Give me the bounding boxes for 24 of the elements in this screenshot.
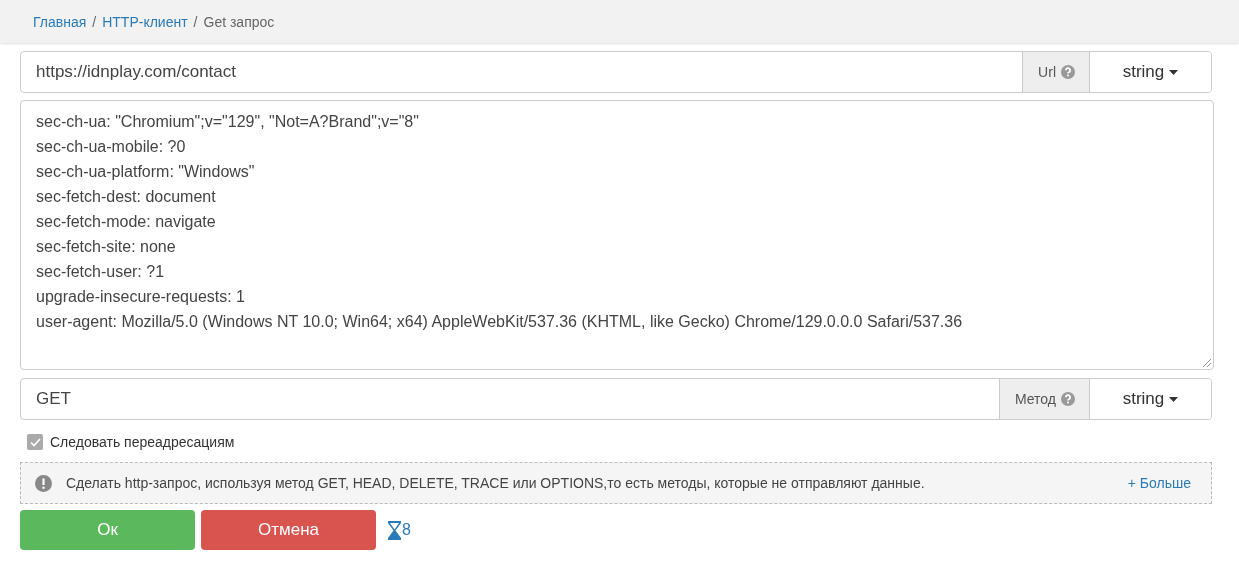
timer-count: 8 [402, 521, 411, 539]
more-link[interactable]: + Больше [1127, 475, 1191, 491]
header-line: sec-ch-ua-platform: "Windows" [36, 162, 256, 182]
resize-handle-icon[interactable] [1203, 359, 1211, 367]
header-line: sec-fetch-mode: navigate [36, 212, 217, 232]
exclamation-icon [35, 474, 52, 492]
hourglass-icon [388, 520, 401, 540]
header-line: sec-ch-ua: "Chromium";v="129", "Not=A?Brand";v="8" [36, 112, 420, 132]
breadcrumb-current: Get запрос [203, 13, 275, 30]
ok-button[interactable]: Ок [20, 510, 195, 550]
header-line: sec-fetch-dest: document [36, 187, 217, 207]
breadcrumb-link[interactable]: Главная [33, 13, 87, 30]
header-line: sec-fetch-user: ?1 [36, 262, 166, 282]
breadcrumb-separator: / [92, 13, 97, 30]
header-line: sec-ch-ua-mobile: ?0 [36, 137, 187, 157]
cancel-button[interactable]: Отмена [201, 510, 376, 550]
checkbox-label: Следовать переадресациям [50, 434, 235, 450]
checkbox[interactable] [27, 434, 43, 450]
breadcrumb-separator: / [193, 13, 198, 30]
info-text: Сделать http-запрос, используя метод GET, HEAD, DELETE, TRACE или OPTIONS,то есть методы, которые не отправляют данные. [66, 475, 926, 491]
header-line: sec-fetch-site: none [36, 237, 177, 257]
header-line: user-agent: Mozilla/5.0 (Windows NT 10.0; Win64; x64) AppleWebKit/537.36 (KHTML, like Gecko) Chrome/129.0.0.0 Safari/537.36 [36, 312, 964, 332]
breadcrumb-link[interactable]: HTTP-клиент [102, 13, 188, 30]
header-line: upgrade-insecure-requests: 1 [36, 287, 246, 307]
